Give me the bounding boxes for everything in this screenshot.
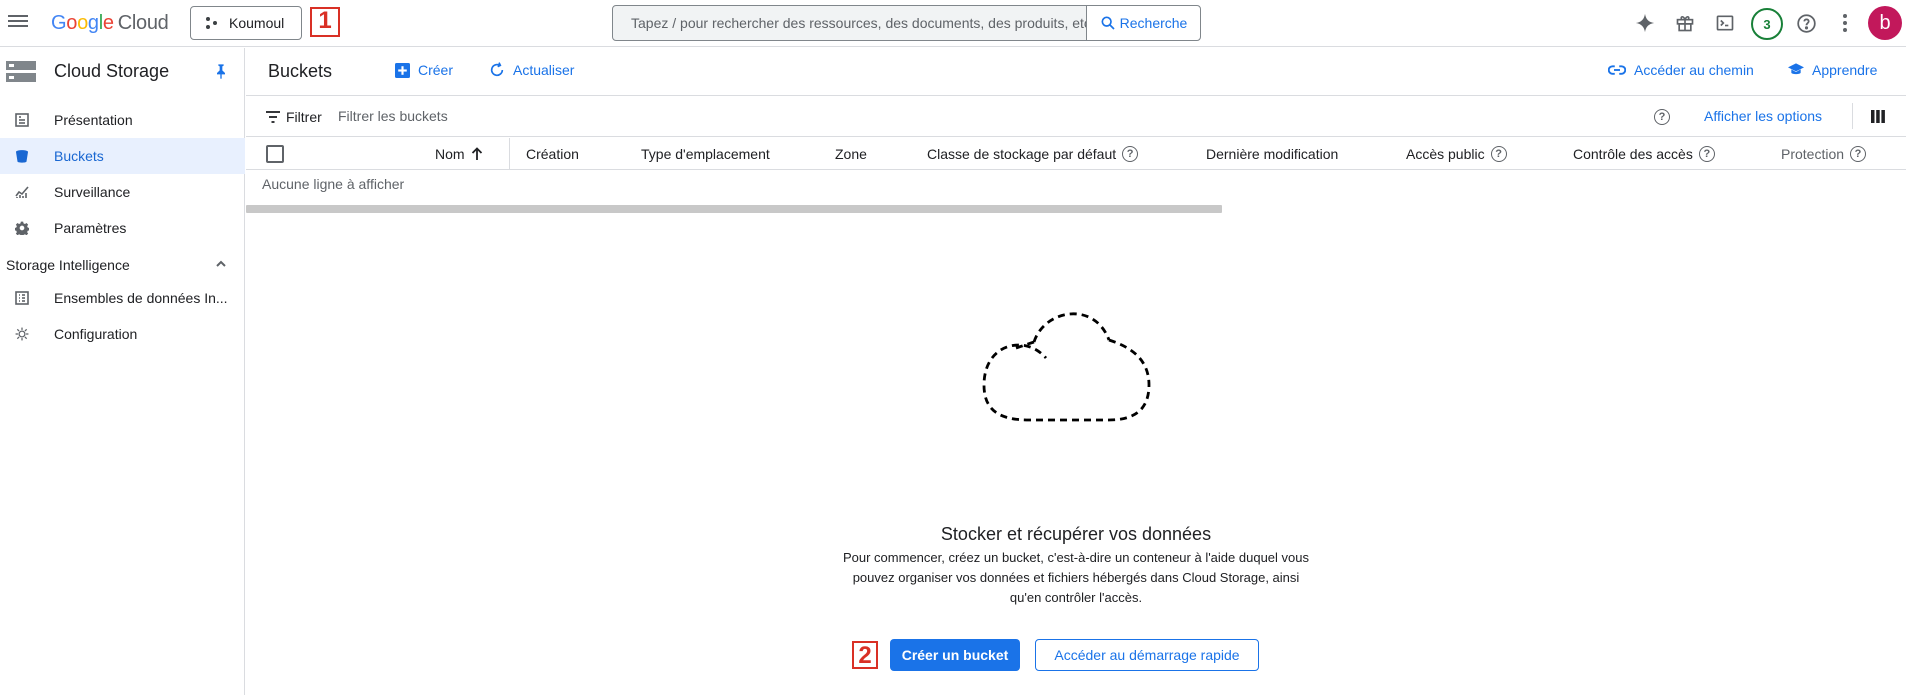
help-icon[interactable] (1795, 12, 1817, 34)
sidebar-item-monitoring[interactable]: Surveillance (0, 174, 245, 210)
arrow-up-icon (471, 147, 482, 160)
pin-icon[interactable] (213, 63, 229, 79)
go-to-path-button[interactable]: Accéder au chemin (1608, 62, 1754, 78)
sidebar-item-configuration[interactable]: Configuration (0, 316, 245, 352)
search-bar: Recherche (612, 5, 1201, 41)
column-header-zone[interactable]: Zone (835, 146, 867, 162)
create-bucket-button[interactable]: Créer un bucket (890, 639, 1020, 671)
divider (1852, 103, 1853, 129)
link-icon (1608, 65, 1626, 75)
gemini-sparkle-icon[interactable] (1634, 12, 1656, 34)
project-icon (205, 16, 219, 30)
main-menu-icon[interactable] (8, 12, 28, 32)
page-header: Buckets Créer Actualiser Accéder au chem… (246, 48, 1906, 96)
sidebar-item-datasets[interactable]: Ensembles de données In... (0, 280, 245, 316)
school-icon (1788, 63, 1804, 75)
sidebar-header: Cloud Storage (0, 48, 244, 96)
column-header-access-control[interactable]: Contrôle des accès ? (1573, 146, 1715, 162)
filter-icon (266, 111, 280, 123)
column-header-location-type[interactable]: Type d'emplacement (641, 146, 770, 162)
notifications-badge[interactable]: 3 (1751, 8, 1783, 40)
dataset-icon (14, 290, 30, 306)
sidebar-item-settings[interactable]: Paramètres (0, 210, 245, 246)
avatar[interactable]: b (1868, 6, 1902, 40)
gift-icon[interactable] (1674, 12, 1696, 34)
annotation-marker-1: 1 (310, 7, 340, 37)
show-options-link[interactable]: Afficher les options (1704, 108, 1822, 124)
chart-icon (14, 184, 30, 200)
filter-button[interactable]: Filtrer (266, 109, 322, 125)
column-header-protection[interactable]: Protection ? (1781, 146, 1867, 162)
column-header-name[interactable]: Nom (435, 146, 483, 162)
top-bar: GoogleCloud Koumoul 1 Recherche 3 b (0, 0, 1906, 47)
config-icon (14, 326, 30, 342)
help-icon[interactable]: ? (1122, 146, 1139, 162)
cloud-shell-icon[interactable] (1714, 12, 1736, 34)
column-display-icon[interactable] (1871, 110, 1885, 123)
column-header-last-modified[interactable]: Dernière modification (1206, 146, 1338, 162)
help-icon[interactable]: ? (1490, 146, 1507, 162)
create-button[interactable]: Créer (395, 62, 453, 78)
project-name: Koumoul (229, 15, 285, 31)
gear-icon (14, 220, 30, 236)
column-header-created[interactable]: Création (526, 146, 579, 162)
column-header-storage-class[interactable]: Classe de stockage par défaut ? (927, 146, 1139, 162)
search-icon (1101, 16, 1115, 30)
main-content: Buckets Créer Actualiser Accéder au chem… (246, 48, 1906, 695)
empty-state-description: Pour commencer, créez un bucket, c'est-à… (842, 550, 1309, 605)
product-title: Cloud Storage (54, 61, 170, 81)
refresh-button[interactable]: Actualiser (489, 62, 574, 78)
column-separator (509, 138, 510, 170)
help-icon[interactable]: ? (1654, 109, 1670, 125)
select-all-checkbox[interactable] (266, 145, 284, 163)
refresh-icon (490, 62, 504, 77)
google-cloud-logo[interactable]: Google Cloud (51, 12, 169, 35)
table-header: Nom Création Type d'emplacement Zone Cla… (246, 138, 1906, 170)
dashboard-icon (14, 112, 30, 128)
sidebar: Cloud Storage Présentation Buckets Surve… (0, 48, 245, 695)
learn-button[interactable]: Apprendre (1788, 62, 1877, 78)
search-button[interactable]: Recherche (1086, 6, 1200, 40)
sidebar-section-storage-intelligence[interactable]: Storage Intelligence (6, 257, 228, 273)
annotation-marker-2: 2 (852, 641, 878, 669)
more-vert-icon[interactable] (1834, 12, 1856, 34)
empty-state-title: Stocker et récupérer vos données (940, 524, 1212, 544)
filter-bar: Filtrer ? Afficher les options (246, 97, 1906, 137)
bucket-icon (14, 148, 30, 164)
filter-input[interactable] (338, 105, 838, 127)
empty-table-message: Aucune ligne à afficher (262, 176, 405, 192)
help-icon[interactable]: ? (1698, 146, 1715, 162)
horizontal-scrollbar[interactable] (246, 205, 1222, 213)
quickstart-button[interactable]: Accéder au démarrage rapide (1035, 639, 1259, 671)
sidebar-item-presentation[interactable]: Présentation (0, 102, 245, 138)
column-header-public-access[interactable]: Accès public ? (1406, 146, 1507, 162)
help-icon[interactable]: ? (1850, 146, 1867, 162)
chevron-up-icon[interactable] (214, 257, 228, 271)
project-picker-button[interactable]: Koumoul (190, 6, 302, 40)
page-title: Buckets (268, 61, 333, 81)
add-box-icon (395, 62, 410, 78)
storage-product-icon (6, 61, 36, 82)
sidebar-item-buckets[interactable]: Buckets (0, 138, 245, 174)
search-input[interactable] (613, 6, 1086, 40)
cloud-illustration-icon (982, 312, 1151, 422)
